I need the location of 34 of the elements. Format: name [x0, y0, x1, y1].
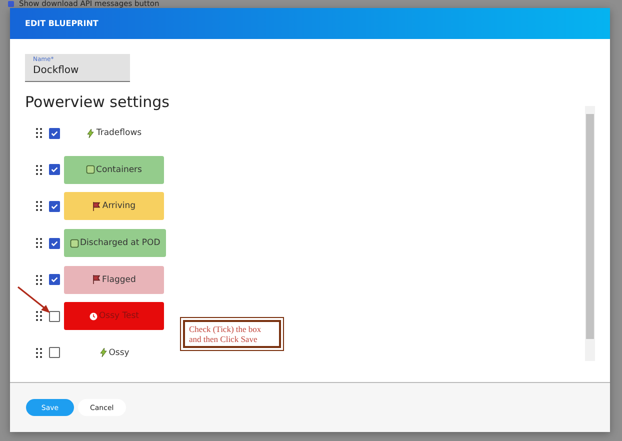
item-label: Tradeflows [64, 119, 164, 148]
drag-handle-icon[interactable] [36, 164, 42, 175]
container-icon [70, 238, 79, 248]
drag-handle-icon[interactable] [36, 274, 42, 285]
field-value: Dockflow [33, 65, 80, 76]
checkbox[interactable] [49, 238, 60, 249]
drag-handle-icon[interactable] [36, 311, 42, 322]
drag-handle-icon[interactable] [36, 238, 42, 248]
status-badge: Arriving [64, 192, 164, 220]
instruction-callout: Check (Tick) the box and then Click Save [183, 320, 281, 348]
lightning-icon [86, 128, 96, 138]
status-badge: Flagged [64, 266, 164, 294]
checkbox[interactable] [49, 128, 60, 139]
scrollbar[interactable] [585, 106, 595, 361]
arrow-annotation [17, 286, 51, 314]
container-icon [86, 165, 96, 174]
checkbox[interactable] [49, 164, 60, 176]
lightning-icon [98, 348, 108, 358]
checkbox[interactable] [49, 200, 60, 212]
drag-handle-icon[interactable] [36, 348, 42, 358]
drag-handle-icon[interactable] [36, 128, 42, 138]
flag-icon [92, 275, 102, 284]
status-badge: Ossy Test [64, 302, 164, 330]
section-title: Powerview settings [25, 93, 170, 111]
flag-icon [92, 202, 102, 211]
checkbox[interactable] [49, 274, 60, 286]
drag-handle-icon[interactable] [36, 201, 42, 212]
dialog-title: EDIT BLUEPRINT [25, 19, 98, 28]
item-label: Ossy [64, 338, 164, 367]
status-badge: Discharged at POD [64, 229, 166, 258]
clock-icon [88, 312, 98, 321]
checkbox[interactable] [49, 347, 60, 358]
status-badge: Containers [64, 156, 164, 184]
checkbox[interactable] [49, 310, 60, 322]
